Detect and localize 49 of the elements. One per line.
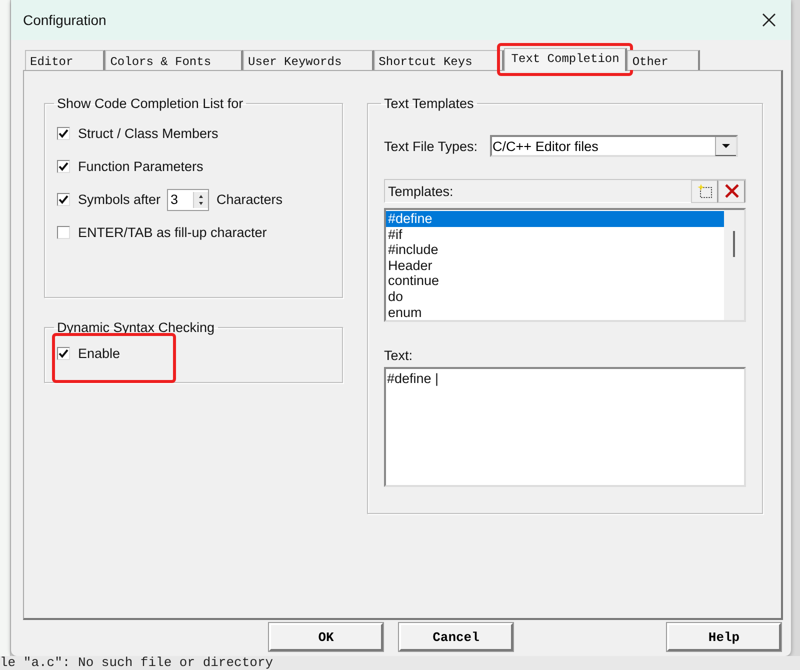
tab[interactable]: Shortcut Keys xyxy=(374,50,504,70)
list-item[interactable]: Header xyxy=(386,258,724,274)
delete-button[interactable] xyxy=(718,180,745,202)
field-label: Text: xyxy=(384,348,414,363)
checkbox[interactable] xyxy=(57,193,70,206)
tab[interactable]: User Keywords xyxy=(243,50,374,70)
caret-icon xyxy=(720,142,731,148)
field-label: Text File Types: xyxy=(384,138,478,154)
scroll-thumb[interactable] xyxy=(733,231,735,257)
checkbox[interactable] xyxy=(57,347,70,360)
close-icon xyxy=(762,13,776,27)
dialog-button[interactable]: Help xyxy=(667,623,781,651)
scrollbar[interactable] xyxy=(724,210,744,320)
check-icon xyxy=(58,128,69,139)
new-button[interactable] xyxy=(691,180,718,202)
checkbox-label: Function Parameters xyxy=(78,159,204,174)
tab[interactable]: Editor xyxy=(25,50,106,70)
tab[interactable]: Colors & Fonts xyxy=(105,50,244,70)
list-item[interactable]: #if xyxy=(386,226,724,242)
tab[interactable]: Text Completion xyxy=(504,48,628,71)
checkbox[interactable] xyxy=(57,160,70,173)
new-item-icon xyxy=(696,183,712,199)
checkbox-label: Symbols after xyxy=(78,192,161,207)
spinner-label: Characters xyxy=(216,192,283,207)
dialog-button[interactable]: Cancel xyxy=(399,623,513,651)
file-types-dropdown[interactable]: C/C++ Editor files xyxy=(490,135,738,157)
group-title: Text Templates xyxy=(383,96,475,111)
list-item[interactable]: #include xyxy=(386,242,724,258)
list-item[interactable]: enum xyxy=(386,304,724,320)
tab[interactable]: Other xyxy=(627,50,700,70)
group-title: Dynamic Syntax Checking xyxy=(56,320,216,335)
text-editor-field[interactable]: #define | xyxy=(384,367,746,487)
check-icon xyxy=(58,194,69,205)
checkbox-label: Enable xyxy=(78,346,120,361)
delete-icon xyxy=(724,183,740,199)
group-title: Show Code Completion List for xyxy=(56,96,244,111)
number-spinner[interactable]: 3 xyxy=(166,188,209,210)
list-item[interactable]: #define xyxy=(386,211,724,227)
list-item[interactable]: do xyxy=(386,288,724,305)
check-icon xyxy=(58,161,69,172)
list-item[interactable]: continue xyxy=(386,273,724,289)
check-icon xyxy=(58,348,69,359)
checkbox[interactable] xyxy=(57,226,70,239)
checkbox-label: Struct / Class Members xyxy=(78,126,218,141)
dialog-button[interactable]: OK xyxy=(269,623,383,651)
list-title: Templates: xyxy=(388,184,454,198)
window-title: Configuration xyxy=(23,12,106,28)
checkbox[interactable] xyxy=(57,127,70,140)
checkbox-label: ENTER/TAB as fill-up character xyxy=(78,225,267,240)
